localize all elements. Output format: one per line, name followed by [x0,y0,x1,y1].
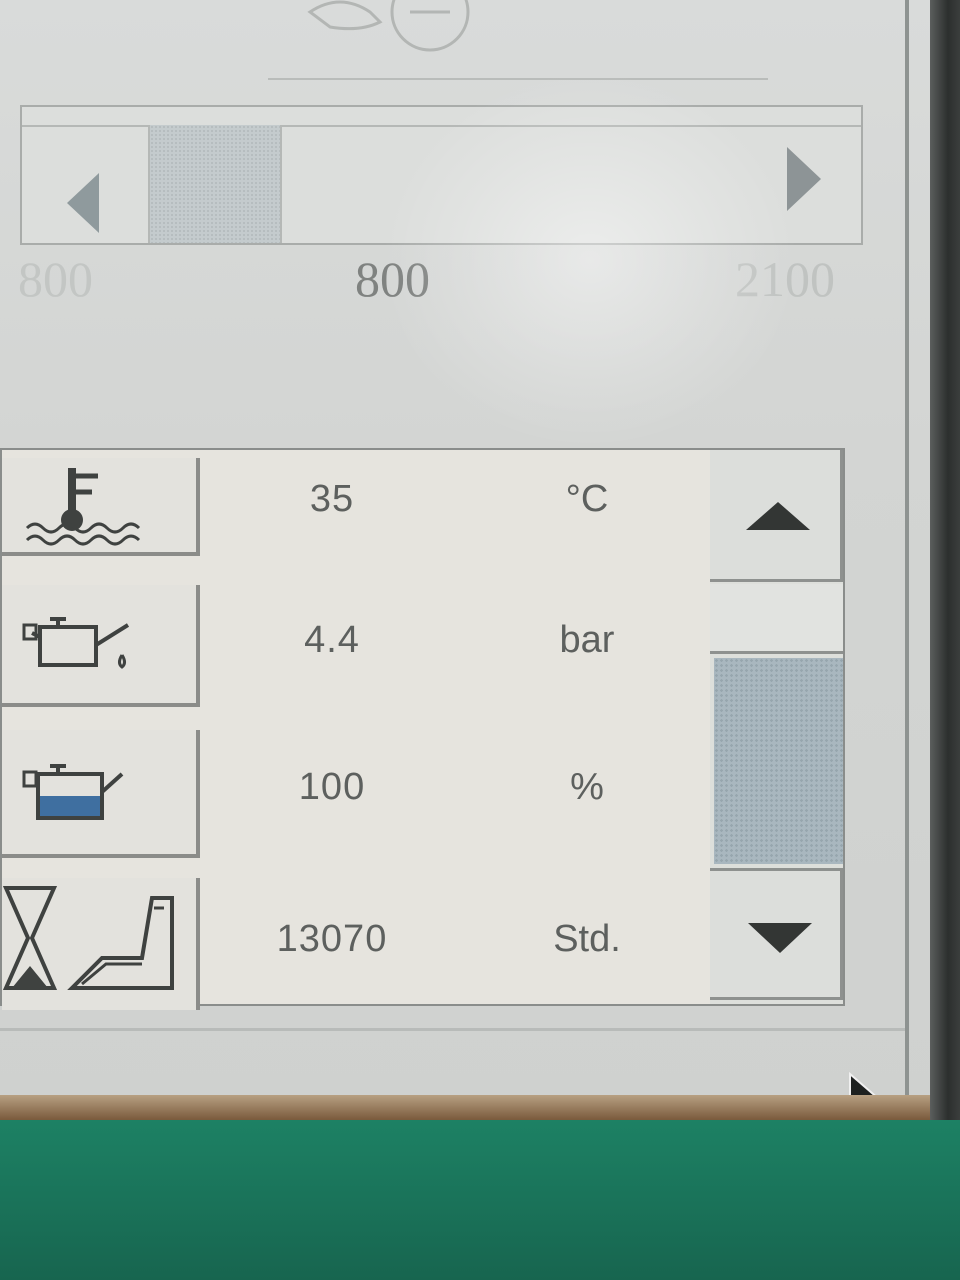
coolant-temperature-unit: °C [565,478,609,520]
divider [0,1028,905,1031]
oil-level-value: 100 [298,766,366,808]
display-screen: 800 800 2100 35 °C 4.4 bar 100 % 13070 S… [0,0,960,1120]
gauge-row-oil-level: 100 % [2,720,712,860]
triangle-down-icon [748,923,812,953]
engine-speed-icon [307,0,470,52]
screen-frame [905,0,909,1095]
oil-pressure-unit: bar [559,619,615,661]
slider-fill[interactable] [150,125,282,243]
decrease-button[interactable] [22,125,150,243]
scroll-track[interactable] [710,584,843,654]
device-edge [0,1095,930,1120]
device-housing [0,1120,960,1280]
slider-min-label: 800 [18,251,93,307]
slider-current-label: 800 [355,251,430,307]
coolant-temperature-icon [25,468,141,546]
triangle-up-icon [746,502,810,530]
oil-pressure-icon [22,617,130,669]
operating-hours-icon [2,886,174,990]
scroll-thumb[interactable] [714,658,843,864]
gauge-row-oil-pressure: 4.4 bar [2,575,712,715]
oil-level-icon [22,764,124,820]
arrow-left-icon [67,173,99,233]
operating-hours-value: 13070 [276,918,388,960]
oil-pressure-value: 4.4 [304,619,360,661]
coolant-temperature-value: 35 [309,478,355,520]
device-bezel [930,0,960,1120]
divider [268,78,768,80]
oil-pressure-button[interactable] [2,585,200,707]
slider-max-label: 2100 [735,251,835,307]
gauge-row-operating-hours: 13070 Std. [2,868,712,1010]
operating-hours-unit: Std. [553,918,621,960]
scrollbar[interactable] [710,450,843,1004]
rpm-slider[interactable] [20,105,863,245]
operating-hours-button[interactable] [2,878,200,1010]
oil-level-button[interactable] [2,730,200,858]
scroll-down-button[interactable] [710,868,843,1000]
gauge-panel: 35 °C 4.4 bar 100 % 13070 Std. [0,448,845,1010]
coolant-temperature-button[interactable] [2,458,200,556]
scroll-up-button[interactable] [710,450,843,582]
oil-level-unit: % [570,766,604,808]
arrow-right-icon[interactable] [787,147,821,211]
gauge-row-coolant: 35 °C [2,450,712,590]
